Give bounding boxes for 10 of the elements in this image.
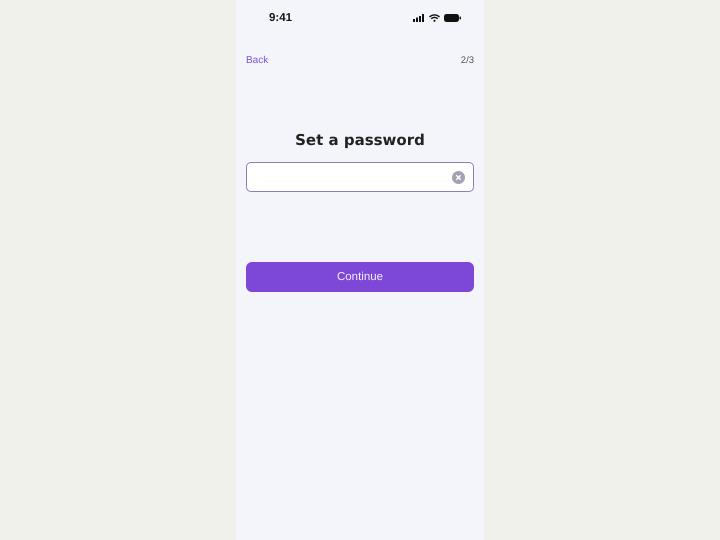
step-counter: 2/3 <box>460 54 474 66</box>
page-title: Set a password <box>294 130 426 150</box>
continue-button[interactable]: Continue <box>246 262 474 292</box>
signal-icon <box>413 14 425 22</box>
status-time: 9:41 <box>269 12 292 24</box>
password-field[interactable] <box>246 162 474 192</box>
battery-icon <box>444 14 461 22</box>
clear-icon[interactable] <box>452 170 465 184</box>
wifi-icon <box>429 14 440 22</box>
back-link[interactable]: Back <box>246 54 268 66</box>
